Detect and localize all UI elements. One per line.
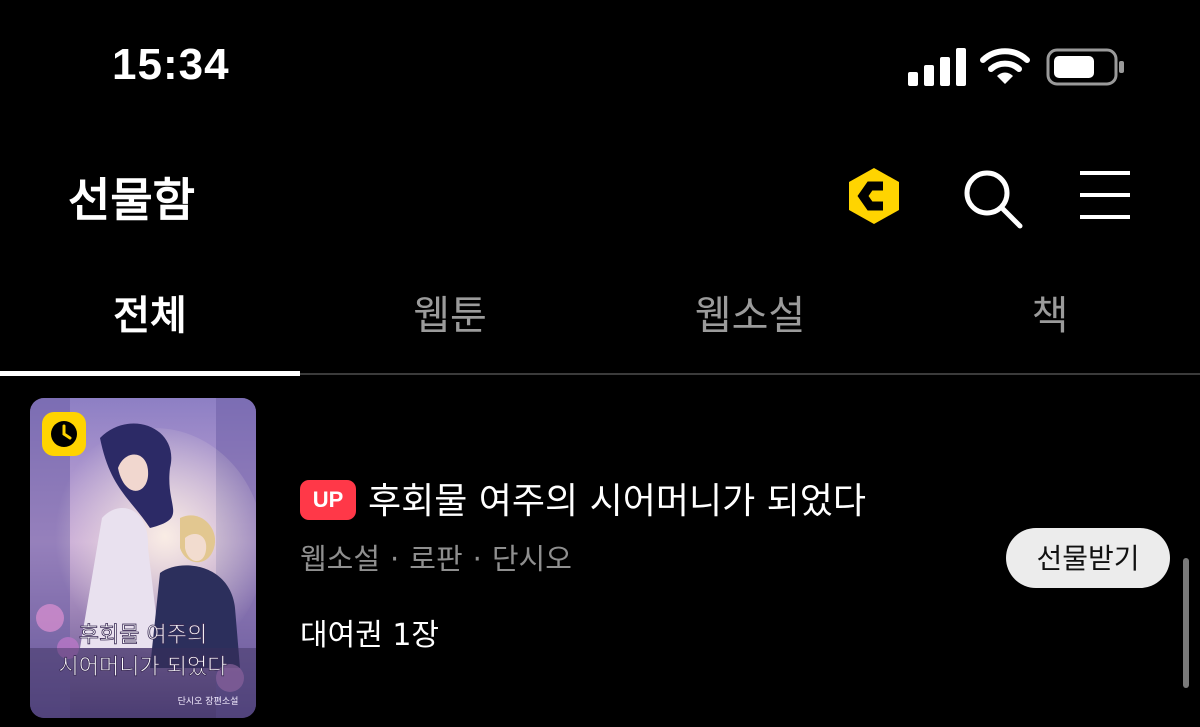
cover-credit: 단시오 장편소설 bbox=[178, 695, 239, 707]
gift-list-item[interactable]: 후회물 여주의 시어머니가 되었다 단시오 장편소설 UP 후회물 여주의 시어… bbox=[0, 396, 1200, 727]
tab-webtoon[interactable]: 웹툰 bbox=[300, 268, 600, 372]
app-header: 선물함 bbox=[0, 150, 1200, 240]
status-bar: 15:34 bbox=[0, 0, 1200, 130]
cash-coin-icon[interactable] bbox=[844, 166, 904, 226]
up-badge: UP bbox=[300, 480, 356, 520]
rental-clock-badge bbox=[42, 412, 86, 456]
item-category: 웹소설 bbox=[300, 542, 381, 576]
item-title[interactable]: 후회물 여주의 시어머니가 되었다 bbox=[368, 472, 866, 524]
scrollbar[interactable] bbox=[1183, 558, 1189, 688]
category-tabs: 전체 웹툰 웹소설 책 bbox=[0, 268, 1200, 376]
search-icon[interactable] bbox=[960, 166, 1024, 230]
tab-all[interactable]: 전체 bbox=[0, 268, 300, 372]
book-cover[interactable]: 후회물 여주의 시어머니가 되었다 단시오 장편소설 bbox=[30, 398, 256, 718]
battery-icon bbox=[1046, 48, 1124, 86]
wifi-icon bbox=[980, 48, 1030, 84]
active-tab-indicator bbox=[0, 371, 300, 376]
receive-gift-button[interactable]: 선물받기 bbox=[1006, 528, 1170, 588]
item-genre: 로판 bbox=[409, 542, 463, 576]
clock-icon bbox=[51, 421, 77, 447]
item-voucher: 대여권 1장 bbox=[300, 618, 440, 653]
item-author: 단시오 bbox=[491, 542, 572, 576]
status-time: 15:34 bbox=[112, 40, 230, 89]
tab-book[interactable]: 책 bbox=[900, 268, 1200, 372]
cover-title-line1: 후회물 여주의 bbox=[79, 623, 207, 648]
item-meta: 웹소설 · 로판 · 단시오 bbox=[300, 536, 572, 578]
cellular-signal-icon bbox=[908, 48, 966, 86]
cover-title-line2: 시어머니가 되었다 bbox=[59, 655, 228, 680]
tab-webnovel[interactable]: 웹소설 bbox=[600, 268, 900, 372]
menu-icon[interactable] bbox=[1076, 168, 1134, 224]
meta-separator: · bbox=[472, 542, 482, 576]
page-title: 선물함 bbox=[68, 173, 195, 227]
meta-separator: · bbox=[390, 542, 400, 576]
